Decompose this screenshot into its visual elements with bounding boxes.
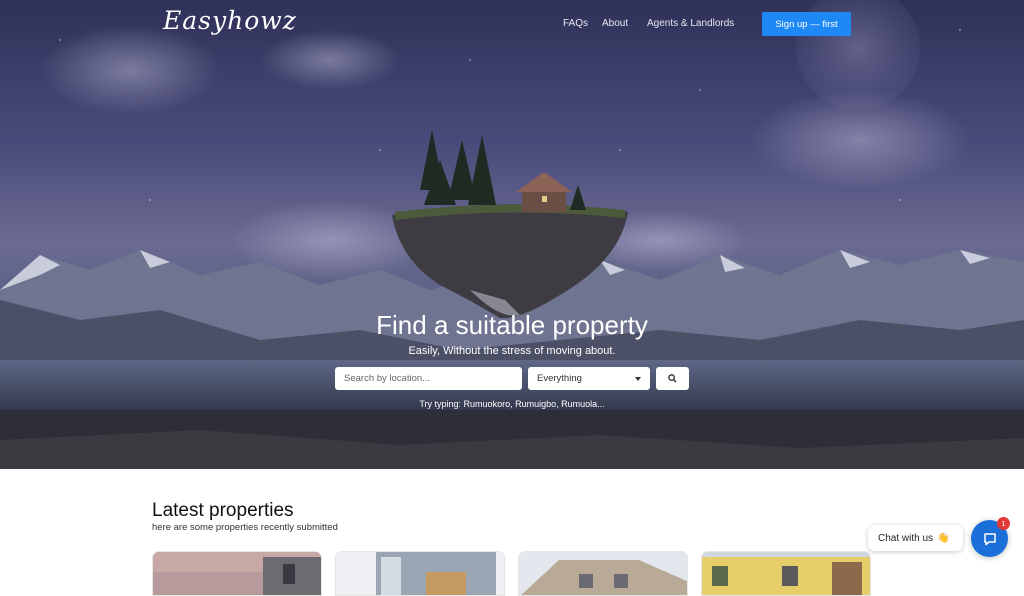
wave-emoji-icon: 👋 — [937, 532, 950, 544]
latest-properties-title: Latest properties — [152, 500, 294, 521]
property-card[interactable] — [701, 551, 871, 596]
property-type-select[interactable]: Everything — [528, 367, 650, 390]
location-search-input[interactable] — [335, 367, 522, 390]
site-logo[interactable]: Easyhowz — [163, 6, 297, 35]
latest-properties-subtitle: here are some properties recently submit… — [152, 522, 338, 533]
nav-agents-link[interactable]: Agents & Landlords — [647, 18, 734, 29]
property-image — [336, 552, 504, 595]
hero-title: Find a suitable property — [376, 310, 648, 340]
search-button[interactable] — [656, 367, 689, 390]
notification-badge: 1 — [997, 517, 1010, 530]
search-hint: Try typing: Rumuokoro, Rumuigbo, Rumuola… — [419, 399, 605, 409]
property-card[interactable] — [335, 551, 505, 596]
search-icon — [668, 374, 677, 383]
property-image — [702, 552, 870, 595]
chat-label: Chat with us — [878, 532, 934, 544]
nav-faqs-link[interactable]: FAQs — [563, 18, 588, 29]
signup-button[interactable]: Sign up — first — [762, 12, 851, 36]
chat-icon — [983, 532, 996, 545]
caret-down-icon — [635, 377, 641, 381]
property-image — [153, 552, 321, 595]
hero-subtitle: Easily, Without the stress of moving abo… — [408, 345, 616, 357]
property-card[interactable] — [518, 551, 688, 596]
hero-section: Easyhowz FAQs About Agents & Landlords S… — [0, 0, 1024, 469]
nav-about-link[interactable]: About — [602, 18, 628, 29]
property-image — [519, 552, 687, 595]
property-type-value: Everything — [537, 373, 582, 384]
property-card[interactable] — [152, 551, 322, 596]
chat-with-us-bubble[interactable]: Chat with us 👋 — [868, 525, 963, 551]
